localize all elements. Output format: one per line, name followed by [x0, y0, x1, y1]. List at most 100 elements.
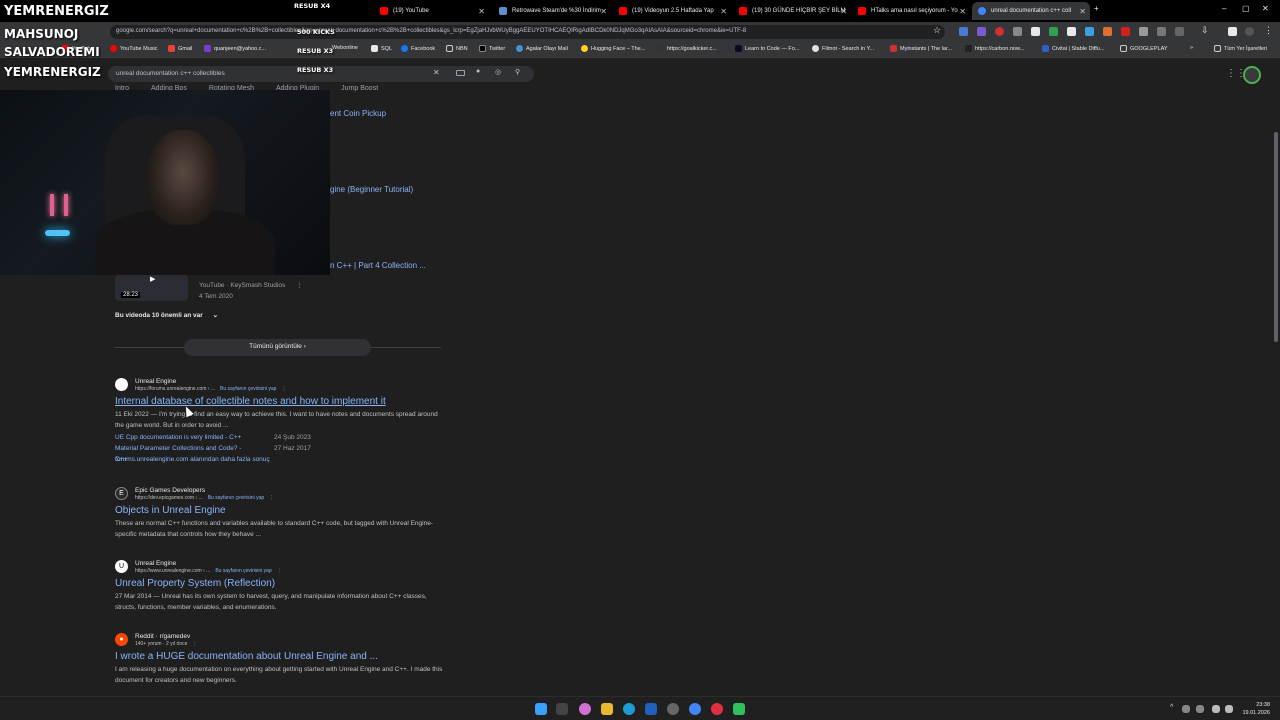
file-explorer-icon[interactable]	[601, 703, 613, 715]
app-icon[interactable]	[733, 703, 745, 715]
extension-icon[interactable]	[1139, 27, 1148, 36]
app-icon[interactable]	[667, 703, 679, 715]
download-icon[interactable]: ⇩	[1201, 25, 1210, 35]
result-title[interactable]: Objects in Unreal Engine	[115, 505, 445, 516]
bookmark-item[interactable]: https://goalkicker.c...	[657, 45, 717, 52]
translate-link[interactable]: Bu sayfanın çevirisini yap	[215, 568, 271, 574]
scrollbar[interactable]	[1272, 59, 1280, 696]
bookmark-item[interactable]: Learn to Code — Fo...	[735, 45, 799, 52]
close-window-button[interactable]: ✕	[1262, 4, 1269, 13]
copilot-icon[interactable]	[579, 703, 591, 715]
more-bookmarks-button[interactable]: »	[1190, 45, 1193, 51]
extension-icon[interactable]	[1085, 27, 1094, 36]
tab-google-search[interactable]: unreal documentation c++ coll ✕	[972, 2, 1090, 20]
tray-chevron-icon[interactable]: ^	[1170, 704, 1173, 711]
bookmark-item[interactable]: Civitai | Stable Diffu...	[1042, 45, 1104, 52]
tab-video-4[interactable]: HTalks ama nasıl seçiyorum - Yo ✕	[852, 2, 970, 20]
bookmark-item[interactable]: Filmot - Search in Y...	[812, 45, 874, 52]
bookmark-item[interactable]: Myinstants | The lar...	[890, 45, 952, 52]
avatar[interactable]	[1243, 66, 1261, 84]
profile-icon[interactable]	[1245, 27, 1254, 36]
app-icon[interactable]	[711, 703, 723, 715]
bookmark-item[interactable]: NBN	[446, 45, 468, 52]
keyboard-icon[interactable]	[456, 70, 465, 76]
more-options-icon[interactable]: ⋮	[269, 495, 274, 501]
close-icon[interactable]: ✕	[959, 7, 966, 16]
extension-icon[interactable]	[1121, 27, 1130, 36]
mic-icon[interactable]: ●	[476, 68, 480, 75]
result-title[interactable]: I wrote a HUGE documentation about Unrea…	[115, 651, 445, 662]
star-icon[interactable]: ☆	[933, 25, 942, 35]
result-title[interactable]: Unreal Property System (Reflection)	[115, 578, 445, 589]
bookmark-item[interactable]: SQL	[371, 45, 392, 52]
close-icon[interactable]: ✕	[478, 7, 485, 16]
close-icon[interactable]: ✕	[840, 7, 847, 16]
video-title[interactable]: gine (Beginner Tutorial)	[330, 185, 413, 194]
chrome-icon[interactable]	[689, 703, 701, 715]
video-title[interactable]: n C++ | Part 4 Collection ...	[330, 261, 426, 270]
more-options-icon[interactable]: ⋮	[277, 568, 282, 574]
result-url[interactable]: https://dev.epicgames.com › ... Bu sayfan…	[135, 495, 274, 501]
bookmark-item[interactable]: Facebook	[401, 45, 435, 52]
more-options-icon[interactable]: ⋮	[296, 281, 303, 289]
translate-link[interactable]: Bu sayfanın çevirisini yap	[208, 495, 264, 501]
more-results-link[interactable]: forums.unrealengine.com alanından daha f…	[115, 454, 445, 465]
search-icon[interactable]: ⚲	[515, 68, 520, 76]
search-icon[interactable]	[556, 703, 568, 715]
windows-start-icon[interactable]	[535, 703, 547, 715]
tab-video-3[interactable]: (19) 30 GÜNDE HİÇBİR ŞEY BİLM ✕	[733, 2, 851, 20]
bookmark-item[interactable]: Hugging Face – The...	[581, 45, 645, 52]
minimize-button[interactable]: –	[1222, 4, 1226, 13]
extension-icon[interactable]	[1049, 27, 1058, 36]
extension-icon[interactable]	[995, 27, 1004, 36]
translate-link[interactable]: Bu sayfanın çevirisini yap	[220, 386, 276, 392]
result-url[interactable]: https://www.unrealengine.com › ... Bu say…	[135, 568, 282, 574]
close-icon[interactable]: ✕	[720, 7, 727, 16]
bookmark-item[interactable]: quanjeen@yahoo.c...	[204, 45, 266, 52]
extension-icon[interactable]	[1013, 27, 1022, 36]
all-bookmarks[interactable]: Tüm Yer İşaretleri	[1214, 45, 1267, 52]
bookmark-item[interactable]: Twitter	[479, 45, 505, 52]
result-url[interactable]: https://forums.unrealengine.com › ... Bu …	[135, 386, 286, 392]
maximize-button[interactable]: ▢	[1242, 4, 1250, 13]
view-all-button[interactable]: Tümünü görüntüle ›	[184, 339, 371, 356]
tray-icon[interactable]	[1182, 705, 1190, 713]
lens-icon[interactable]: ◎	[495, 68, 501, 76]
extension-icon[interactable]	[959, 27, 968, 36]
tray-icon[interactable]	[1196, 705, 1204, 713]
sub-result-link[interactable]: Material Parameter Collections and Code?…	[115, 443, 252, 463]
result-title[interactable]: Internal database of collectible notes a…	[115, 396, 445, 407]
extension-icon[interactable]	[1067, 27, 1076, 36]
tab-steam[interactable]: Retrowave Steam'de %30 İndirim ✕	[493, 2, 611, 20]
clear-icon[interactable]: ✕	[433, 68, 440, 77]
sub-result-link[interactable]: UE Cpp documentation is very limited - C…	[115, 432, 252, 443]
key-moments-toggle[interactable]: Bu videoda 10 önemli an var ⌄	[115, 311, 218, 319]
extension-icon[interactable]	[1103, 27, 1112, 36]
store-icon[interactable]	[645, 703, 657, 715]
bookmark-item[interactable]: GOOGLEPLAY	[1120, 45, 1168, 52]
close-icon[interactable]: ✕	[1079, 7, 1086, 16]
url-field[interactable]: google.com/search?q=unreal+documentation…	[110, 25, 945, 39]
extension-icon[interactable]	[977, 27, 986, 36]
bookmark-item[interactable]: https://carbon.now...	[965, 45, 1024, 52]
scrollbar-thumb[interactable]	[1274, 132, 1278, 342]
tab-video-2[interactable]: (19) Videoyun 2.5 Haftada Yap ✕	[613, 2, 731, 20]
video-thumbnail[interactable]: ▶ 28:23	[115, 275, 188, 301]
more-options-icon[interactable]: ⋮	[281, 386, 286, 392]
bookmark-item[interactable]: YouTube Music	[110, 45, 158, 52]
chapter-tab[interactable]: Jump Boost	[341, 85, 378, 92]
extensions-puzzle-icon[interactable]	[1175, 27, 1184, 36]
edge-icon[interactable]	[623, 703, 635, 715]
bookmark-item[interactable]: Agalar Olayı Mail	[516, 45, 568, 52]
network-icon[interactable]	[1212, 705, 1220, 713]
more-options-icon[interactable]: ⋮	[192, 641, 197, 647]
close-icon[interactable]: ✕	[600, 7, 607, 16]
video-title[interactable]: ent Coin Pickup	[330, 109, 386, 118]
menu-icon[interactable]: ⋮	[1264, 25, 1273, 35]
bookmark-item[interactable]: Webonline	[332, 45, 358, 51]
new-tab-button[interactable]: +	[1094, 4, 1099, 13]
extension-icon[interactable]	[1031, 27, 1040, 36]
extension-icon[interactable]	[1157, 27, 1166, 36]
volume-icon[interactable]	[1225, 705, 1233, 713]
tab-youtube[interactable]: (19) YouTube ✕	[374, 2, 489, 20]
